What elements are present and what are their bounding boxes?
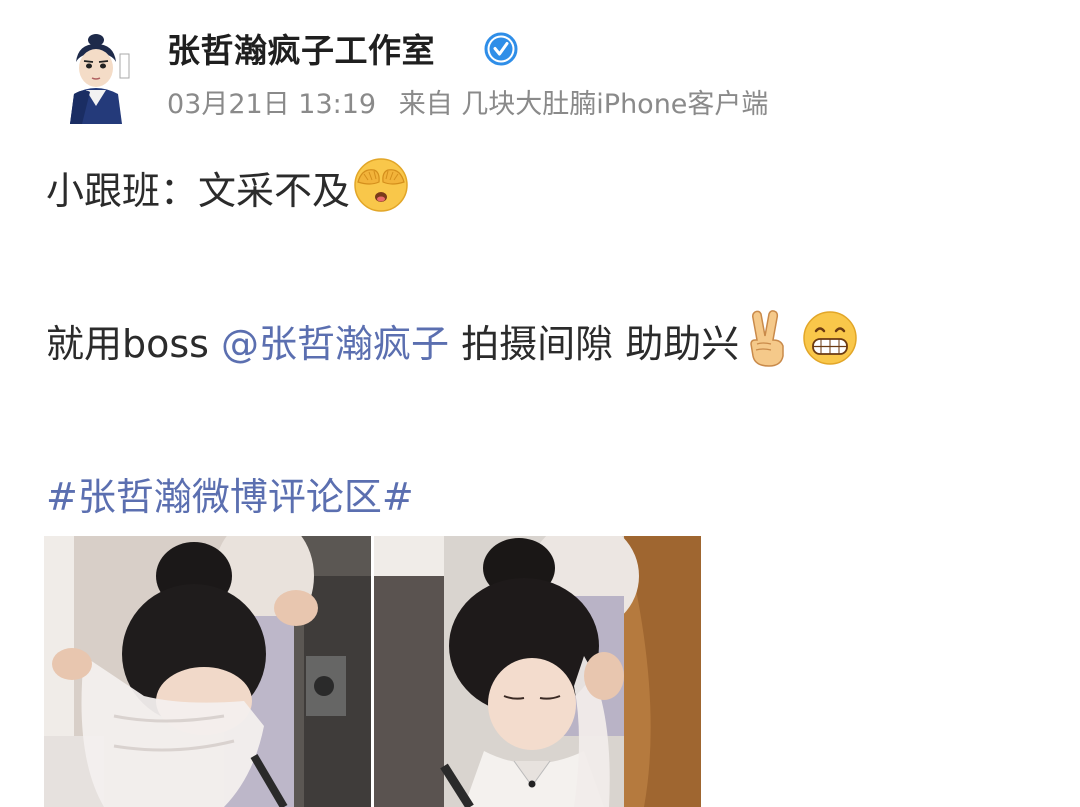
post-text-line-2: 就用boss @张哲瀚疯子 拍摄间隙 助助兴 [46, 309, 859, 381]
post-source: 来自 几块大肚腩iPhone客户端 [398, 89, 769, 120]
post-header: 张哲瀚疯子工作室 03月21日 13:19 来自 几块大肚腩iPhone客户端 [60, 22, 1060, 132]
user-mention-link[interactable]: @张哲瀚疯子 [221, 322, 449, 366]
avatar[interactable] [64, 32, 134, 124]
post-photo-grid [44, 536, 704, 807]
see-no-evil-face-icon [352, 156, 410, 223]
post-text: 小跟班：文采不及 [46, 169, 351, 213]
post-timestamp: 03月21日 13:19 [167, 89, 377, 120]
victory-hand-icon [741, 308, 793, 377]
post-photo-2[interactable] [374, 536, 701, 807]
post-meta: 03月21日 13:19 来自 几块大肚腩iPhone客户端 [167, 82, 768, 121]
post-text-prefix: 就用boss [46, 322, 222, 366]
post-text-suffix: 拍摄间隙 助助兴 [449, 322, 740, 366]
post-photo-1[interactable] [44, 536, 371, 807]
post-text-line-1: 小跟班：文采不及 [46, 158, 410, 227]
hashtag-link[interactable]: #张哲瀚微博评论区# [46, 466, 414, 521]
grinning-face-icon [801, 309, 859, 376]
verified-badge-icon [484, 32, 518, 66]
author-name[interactable]: 张哲瀚疯子工作室 [167, 24, 435, 72]
